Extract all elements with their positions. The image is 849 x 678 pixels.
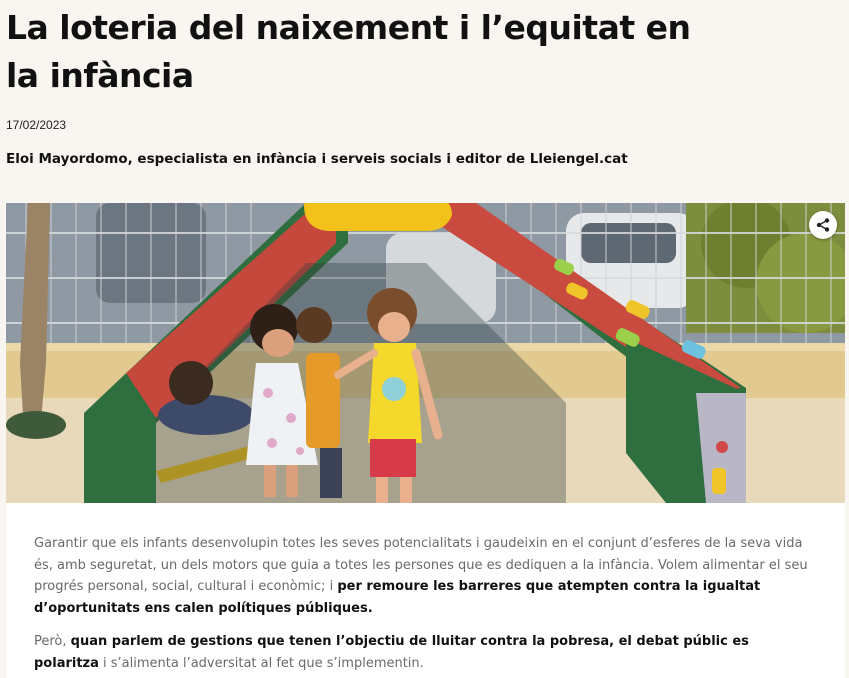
article-body: Garantir que els infants desenvolupin to… <box>6 503 845 678</box>
author-byline: Eloi Mayordomo, especialista en infància… <box>6 151 628 167</box>
article-title: La loteria del naixement i l’equitat en … <box>6 8 691 95</box>
hero-image <box>6 203 845 503</box>
share-button[interactable] <box>809 211 837 239</box>
playground-photo <box>6 203 845 503</box>
paragraph-1: Garantir que els infants desenvolupin to… <box>34 533 817 619</box>
publish-date: 17/02/2023 <box>6 118 67 132</box>
paragraph-2: Però, quan parlem de gestions que tenen … <box>34 631 817 674</box>
paragraph-text: Però, <box>34 634 71 649</box>
paragraph-text: i s’alimenta l’adversitat al fet que s’i… <box>98 655 424 671</box>
share-icon <box>816 218 830 232</box>
